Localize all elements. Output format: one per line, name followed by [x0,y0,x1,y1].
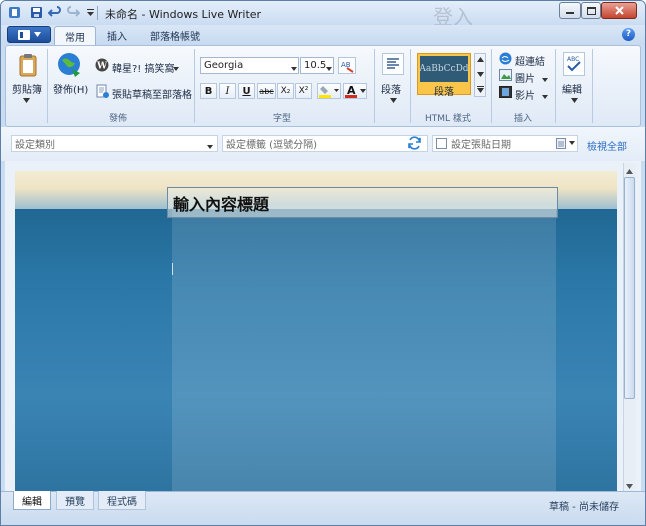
bold-button[interactable]: B [200,83,217,99]
scroll-up-icon[interactable] [626,166,633,177]
font-size-dropdown-icon[interactable] [326,63,332,74]
application-menu-button[interactable] [7,26,51,43]
publish-date-label: 設定張貼日期 [451,140,511,151]
html-style-group-label: HTML 樣式 [425,114,471,124]
save-icon[interactable] [29,5,44,20]
group-separator [555,49,556,123]
group-separator [47,49,48,123]
tab-preview-view[interactable]: 預覽 [56,491,94,510]
tab-source-view[interactable]: 程式碼 [98,491,146,510]
post-draft-button[interactable]: 張貼草稿至部落格 [112,86,192,101]
tab-home[interactable]: 常用 [54,26,96,45]
picture-button[interactable]: 圖片 [515,70,535,85]
maximize-button[interactable] [581,2,601,19]
blog-name-selector[interactable]: 韓星?! 搞笑窩 [112,60,175,75]
html-style-preview: AaBbCcDd [419,56,469,82]
svg-text:AB: AB [341,61,351,69]
superscript-button[interactable]: X² [295,83,312,99]
text-cursor [172,263,173,275]
post-draft-icon [95,84,109,98]
group-separator [374,49,375,123]
editor-content-area[interactable] [172,206,556,491]
insert-group-label: 插入 [514,114,533,124]
group-separator [194,49,195,123]
category-placeholder: 設定類別 [15,140,55,151]
video-button[interactable]: 影片 [515,87,535,102]
tab-edit-view[interactable]: 編輯 [13,491,51,510]
customize-icon[interactable] [83,5,98,20]
hyperlink-button[interactable]: 超連結 [515,53,545,68]
clipboard-icon[interactable] [15,53,41,81]
spell-check-icon[interactable]: ABC [563,52,585,76]
editing-dropdown-icon[interactable] [571,95,578,106]
redo-icon[interactable] [65,5,80,20]
close-button[interactable] [601,2,637,19]
publish-button[interactable]: 發佈(H) [53,81,88,96]
minimize-button[interactable] [559,2,581,19]
style-gallery-scroller[interactable] [474,53,486,97]
tab-insert[interactable]: 插入 [97,26,137,45]
font-group-label: 字型 [273,114,292,124]
blog-dropdown-icon[interactable] [173,63,179,74]
font-size-value: 10.5 [304,60,327,71]
font-family-select[interactable]: Georgia [200,57,299,74]
post-title-placeholder: 輸入內容標題 [173,194,270,214]
font-family-dropdown-icon[interactable] [291,63,297,74]
view-all-link[interactable]: 檢視全部 [587,138,627,153]
picture-icon[interactable] [499,69,512,84]
svg-text:ABC: ABC [567,56,579,63]
window-title: 未命名 - Windows Live Writer [105,8,262,21]
paragraph-dropdown-icon[interactable] [390,95,397,106]
video-dropdown-icon[interactable] [542,91,548,102]
group-separator [491,49,492,123]
html-style-label: 段落 [434,87,454,98]
svg-text:W: W [96,62,108,72]
category-select[interactable]: 設定類別 [11,135,218,152]
tags-input[interactable]: 設定標籤 (逗號分隔) [222,135,428,152]
save-status: 草稿 - 尚未儲存 [549,502,619,513]
scrollbar-thumb[interactable] [624,177,635,399]
app-window: 未命名 - Windows Live Writer 登入 常用 插入 部落格帳號… [0,0,646,526]
group-separator [410,49,411,123]
undo-icon[interactable] [47,5,62,20]
strikethrough-button[interactable]: abc [257,83,276,99]
wordpress-icon: W [95,58,109,72]
publish-group-label: 發佈 [109,114,128,124]
highlight-button[interactable] [317,83,341,99]
picture-dropdown-icon[interactable] [542,74,548,85]
category-dropdown-icon[interactable] [207,141,213,152]
group-separator [592,49,593,123]
title-separator [97,6,98,20]
video-icon[interactable] [499,86,512,101]
calendar-icon[interactable] [556,138,576,152]
paragraph-icon[interactable] [382,53,404,75]
underline-button[interactable]: U [238,83,255,99]
hyperlink-icon[interactable] [499,52,512,68]
date-checkbox-icon[interactable] [436,138,447,149]
paragraph-button[interactable]: 段落 [381,81,401,96]
tab-blog-account[interactable]: 部落格帳號 [140,26,210,45]
clear-formatting-icon[interactable]: AB [338,57,356,74]
clipboard-dropdown-icon[interactable] [23,95,30,106]
clipboard-button[interactable]: 剪貼簿 [12,81,42,96]
app-icon[interactable] [7,5,22,20]
post-title-input[interactable]: 輸入內容標題 [167,187,558,218]
tags-sync-icon[interactable] [407,136,422,153]
editing-button[interactable]: 編輯 [562,81,582,96]
tags-placeholder: 設定標籤 (逗號分隔) [226,140,317,151]
font-family-value: Georgia [204,60,244,71]
help-icon[interactable]: ? [622,28,635,41]
globe-publish-icon[interactable] [56,51,84,79]
subscript-button[interactable]: X₂ [277,83,294,99]
italic-button[interactable]: I [219,83,236,99]
font-color-button[interactable]: A [343,83,367,99]
